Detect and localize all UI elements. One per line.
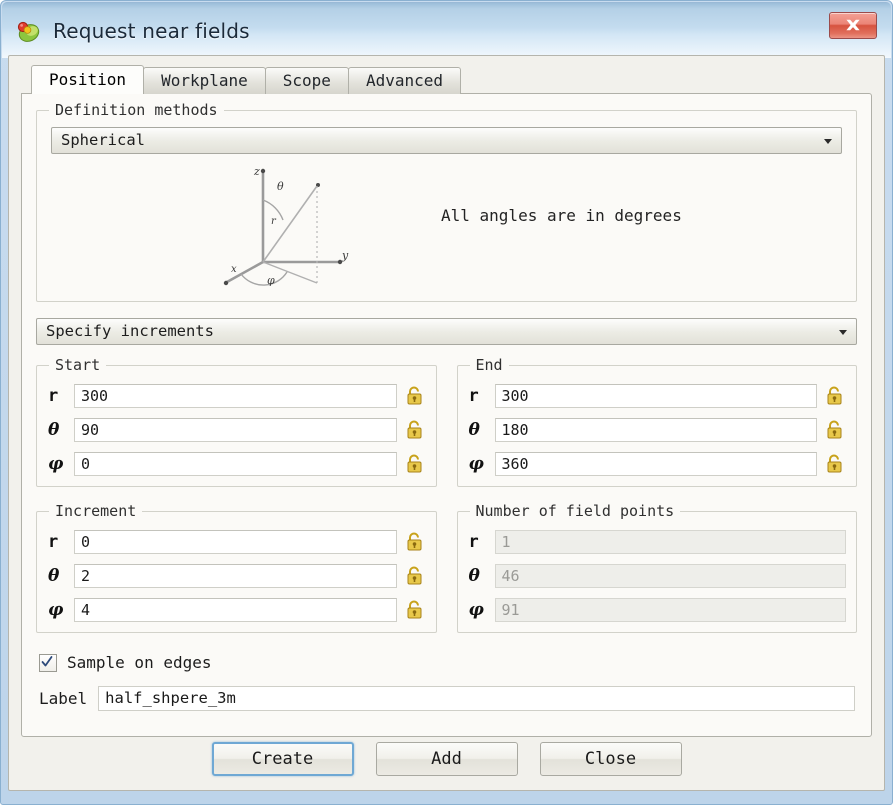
sample-on-edges-row: Sample on edges (39, 653, 857, 672)
tab-label: Advanced (365, 71, 443, 90)
tab-strip: Position Workplane Scope Advanced (31, 65, 872, 94)
lock-open-icon[interactable] (404, 531, 426, 553)
increment-theta-row: θ 2 (45, 560, 426, 591)
start-phi-symbol: φ (48, 453, 64, 474)
end-r-input[interactable]: 300 (494, 383, 817, 408)
increment-phi-row: φ 4 (45, 594, 426, 625)
increment-count-row: Increment r 0 θ 2 φ 4 Number of field po… (36, 502, 857, 633)
diagram-phi-label: φ (267, 274, 275, 286)
increment-group-title: Increment (49, 502, 143, 520)
end-phi-symbol: φ (468, 453, 484, 474)
end-phi-row: φ 360 (466, 448, 847, 479)
definition-method-value: Spherical (61, 131, 145, 149)
definition-method-combobox[interactable]: Spherical (51, 127, 842, 154)
lock-open-icon[interactable] (404, 565, 426, 587)
increments-mode-value: Specify increments (46, 322, 214, 340)
diagram-y-label: y (341, 249, 349, 262)
start-phi-input[interactable]: 0 (74, 451, 397, 476)
end-theta-input[interactable]: 180 (494, 417, 817, 442)
lock-open-icon[interactable] (404, 385, 426, 407)
spherical-coordinate-diagram: z y x θ r φ (223, 165, 349, 286)
tab-label: Position (49, 70, 127, 89)
increment-r-input[interactable]: 0 (74, 529, 397, 554)
start-theta-row: θ 90 (45, 414, 426, 445)
label-row: Label half_shpere_3m (39, 686, 857, 711)
create-button[interactable]: Create (211, 742, 354, 776)
lock-open-icon[interactable] (404, 453, 426, 475)
diagram-r-label: r (271, 216, 277, 227)
increment-theta-input[interactable]: 2 (74, 563, 397, 588)
end-r-symbol: r (468, 385, 479, 406)
count-r-row: r 1 (466, 526, 846, 557)
lock-open-icon[interactable] (824, 453, 846, 475)
lock-open-icon[interactable] (404, 599, 426, 621)
count-r-input: 1 (494, 529, 846, 554)
count-phi-input: 91 (494, 597, 846, 622)
start-theta-input[interactable]: 90 (74, 417, 397, 442)
app-icon (15, 18, 41, 44)
increment-r-row: r 0 (45, 526, 426, 557)
tab-label: Scope (282, 71, 331, 90)
start-phi-row: φ 0 (45, 448, 426, 479)
increment-phi-symbol: φ (48, 599, 64, 620)
tab-workplane[interactable]: Workplane (143, 67, 266, 94)
sample-on-edges-label: Sample on edges (67, 653, 212, 672)
increment-phi-input[interactable]: 4 (74, 597, 397, 622)
tab-label: Workplane (161, 71, 248, 90)
count-phi-symbol: φ (468, 599, 484, 620)
field-points-group-title: Number of field points (469, 502, 681, 520)
lock-open-icon[interactable] (824, 385, 846, 407)
lock-open-icon[interactable] (404, 419, 426, 441)
count-theta-row: θ 46 (466, 560, 846, 591)
angles-units-note: All angles are in degrees (441, 206, 682, 225)
diagram-theta-label: θ (277, 180, 284, 193)
title-bar: Request near fields (8, 7, 885, 55)
count-theta-symbol: θ (468, 565, 480, 586)
tab-position[interactable]: Position (31, 65, 145, 94)
end-r-row: r 300 (466, 380, 847, 411)
count-phi-row: φ 91 (466, 594, 846, 625)
sample-on-edges-checkbox[interactable] (39, 653, 57, 672)
start-theta-symbol: θ (48, 419, 60, 440)
tab-advanced[interactable]: Advanced (347, 67, 461, 94)
start-group-title: Start (49, 356, 107, 374)
count-theta-input: 46 (494, 563, 846, 588)
end-phi-input[interactable]: 360 (494, 451, 817, 476)
field-points-group: Number of field points r 1 θ 46 φ 91 (456, 502, 857, 633)
start-r-symbol: r (48, 385, 59, 406)
close-dialog-button[interactable]: Close (539, 742, 682, 776)
end-group: End r 300 θ 180 φ 360 (456, 356, 857, 487)
start-group: Start r 300 θ 90 φ 0 (36, 356, 437, 487)
end-theta-row: θ 180 (466, 414, 847, 445)
start-end-row: Start r 300 θ 90 φ 0 End r 300 θ 180 φ 3… (36, 356, 857, 487)
definition-methods-group: Definition methods Spherical z y x θ r φ… (36, 101, 857, 302)
diagram-z-label: z (253, 165, 260, 178)
label-input[interactable]: half_shpere_3m (98, 686, 855, 711)
tab-scope[interactable]: Scope (264, 67, 349, 94)
increment-theta-symbol: θ (48, 565, 60, 586)
start-r-row: r 300 (45, 380, 426, 411)
definition-methods-title: Definition methods (49, 101, 224, 119)
start-r-input[interactable]: 300 (74, 383, 397, 408)
lock-open-icon[interactable] (824, 419, 846, 441)
increments-mode-combobox[interactable]: Specify increments (36, 318, 857, 345)
tab-panel-position: Definition methods Spherical z y x θ r φ… (21, 93, 872, 737)
window-title: Request near fields (53, 19, 250, 43)
dialog-window: Request near fields Position Workplane S… (0, 0, 893, 805)
end-group-title: End (469, 356, 509, 374)
increment-group: Increment r 0 θ 2 φ 4 (36, 502, 437, 633)
chevron-down-icon (824, 139, 832, 144)
count-r-symbol: r (468, 531, 479, 552)
chevron-down-icon (839, 330, 847, 335)
increment-r-symbol: r (48, 531, 59, 552)
close-button[interactable] (829, 12, 877, 39)
end-theta-symbol: θ (468, 419, 480, 440)
add-button[interactable]: Add (375, 742, 518, 776)
diagram-x-label: x (231, 264, 237, 275)
dialog-body: Position Workplane Scope Advanced Defini… (8, 55, 885, 791)
diagram-row: z y x θ r φ All angles are in degrees (51, 160, 842, 288)
button-bar: Create Add Close (9, 742, 884, 776)
label-caption: Label (39, 689, 88, 708)
